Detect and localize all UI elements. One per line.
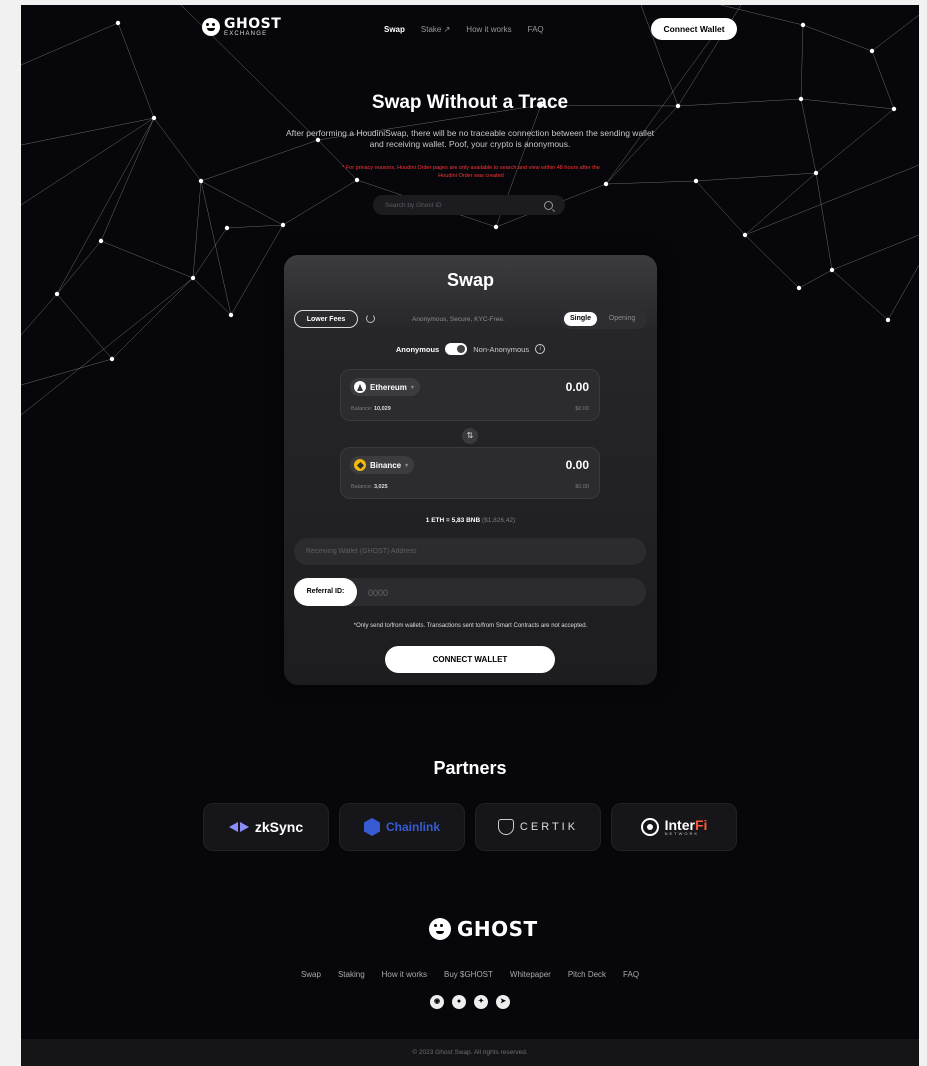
ghost-logo-icon (202, 18, 220, 36)
page: GHOST EXCHANGE Swap Stake ↗ How it works… (21, 5, 919, 1066)
discord-icon[interactable]: ◉ (430, 995, 444, 1009)
mode-opening-option[interactable]: Opening (599, 312, 645, 326)
footer-logo[interactable]: GHOST (429, 917, 538, 941)
hero-title: Swap Without a Trace (371, 92, 569, 113)
interfi-label: InterFi (664, 817, 708, 833)
smart-contract-warning: *Only send to/from wallets. Transactions… (353, 623, 588, 629)
chainlink-icon (363, 818, 380, 836)
anonymity-row: Anonymous Non-Anonymous i (284, 343, 657, 355)
nav-stake[interactable]: Stake ↗ (421, 25, 450, 34)
mode-single-option[interactable]: Single (564, 312, 597, 326)
nav-swap[interactable]: Swap (384, 25, 405, 34)
receiving-wallet-input[interactable] (294, 538, 646, 565)
header-logo[interactable]: GHOST EXCHANGE (202, 17, 281, 37)
logo-title: GHOST (224, 16, 282, 32)
footer-link-swap[interactable]: Swap (301, 970, 321, 979)
lower-fees-button[interactable]: Lower Fees (294, 310, 358, 328)
from-token-name: Ethereum (370, 382, 407, 392)
footer-link-whitepaper[interactable]: Whitepaper (510, 970, 551, 979)
from-amount[interactable]: 0.00 (566, 380, 589, 394)
to-amount[interactable]: 0.00 (566, 458, 589, 472)
partner-certik[interactable]: CERTIK (475, 803, 601, 851)
footer-link-faq[interactable]: FAQ (623, 970, 639, 979)
footer-link-buy-ghost[interactable]: Buy $GHOST (444, 970, 493, 979)
footer-link-staking[interactable]: Staking (338, 970, 365, 979)
partner-chainlink[interactable]: Chainlink (339, 803, 465, 851)
partner-zksync[interactable]: zkSync (203, 803, 329, 851)
referral-label: Referral ID: (294, 578, 357, 606)
to-balance: Balance: 3,025 (351, 484, 388, 490)
search-input[interactable] (373, 200, 544, 210)
header-connect-wallet-button[interactable]: Connect Wallet (651, 18, 737, 40)
swap-direction-icon[interactable]: ⇅ (462, 428, 478, 444)
twitter-icon[interactable]: ✦ (474, 995, 488, 1009)
exchange-rate: 1 ETH = 5,83 BNB ($1,826,42) (425, 517, 516, 524)
swap-mode-toggle: Single Opening (561, 309, 647, 329)
hero-description: After performing a HoudiniSwap, there wi… (285, 128, 655, 149)
binance-icon (354, 459, 366, 471)
telegram-icon[interactable]: ➤ (496, 995, 510, 1009)
swap-title: Swap (446, 270, 494, 290)
nav-faq[interactable]: FAQ (528, 25, 544, 34)
anonymity-toggle[interactable] (445, 343, 468, 355)
connect-wallet-button[interactable]: CONNECT WALLET (385, 646, 555, 673)
chevron-down-icon: ▾ (410, 384, 414, 391)
main-nav: Swap Stake ↗ How it works FAQ (384, 25, 544, 34)
social-links: ◉ ● ✦ ➤ (21, 995, 919, 1009)
to-token-select[interactable]: Binance ▾ (350, 456, 415, 474)
referral-field: Referral ID: (294, 578, 646, 608)
zksync-icon (228, 821, 249, 833)
ghost-logo-icon (429, 918, 451, 940)
certik-label: CERTIK (519, 821, 579, 833)
zksync-label: zkSync (254, 819, 304, 835)
logo-subtitle: EXCHANGE (224, 31, 268, 37)
ethereum-icon (354, 381, 366, 393)
search-icon[interactable] (544, 200, 553, 210)
refresh-icon[interactable] (366, 314, 375, 323)
non-anonymous-label: Non-Anonymous (473, 344, 530, 354)
partner-interfi[interactable]: InterFi NETWORK (611, 803, 737, 851)
certik-shield-icon (497, 819, 514, 835)
interfi-sublabel: NETWORK (664, 831, 700, 836)
copyright: © 2023 Ghost Swap. All rights reserved. (21, 1039, 919, 1066)
features-text: Anonymous, Secure, KYC-Free. (412, 316, 505, 323)
anonymous-label: Anonymous (395, 344, 440, 354)
footer-logo-title: GHOST (457, 917, 538, 941)
interfi-icon (640, 818, 659, 836)
partners-title: Partners (433, 758, 507, 778)
info-icon[interactable]: i (535, 344, 546, 354)
footer-link-how-it-works[interactable]: How it works (382, 970, 427, 979)
chevron-down-icon: ▾ (405, 462, 409, 469)
ghost-id-search (373, 195, 565, 215)
from-token-select[interactable]: Ethereum ▾ (350, 378, 420, 396)
from-token-box: Ethereum ▾ 0.00 Balance: 10,029 $0.00 (340, 369, 600, 421)
footer-link-pitch-deck[interactable]: Pitch Deck (568, 970, 606, 979)
swap-card: Swap Lower Fees Anonymous, Secure, KYC-F… (284, 255, 657, 685)
from-usd-value: $0.00 (575, 406, 589, 412)
to-token-box: Binance ▾ 0.00 Balance: 3,025 $0.00 (340, 447, 600, 499)
referral-input[interactable] (366, 578, 640, 608)
to-token-name: Binance (370, 460, 402, 470)
privacy-note: * For privacy reasons, Houdini Order pag… (342, 165, 600, 179)
chainlink-label: Chainlink (385, 820, 440, 834)
to-usd-value: $0.00 (575, 484, 589, 490)
nav-how-it-works[interactable]: How it works (466, 25, 511, 34)
medium-icon[interactable]: ● (452, 995, 466, 1009)
footer-nav: Swap Staking How it works Buy $GHOST Whi… (21, 970, 919, 979)
from-balance: Balance: 10,029 (351, 406, 391, 412)
